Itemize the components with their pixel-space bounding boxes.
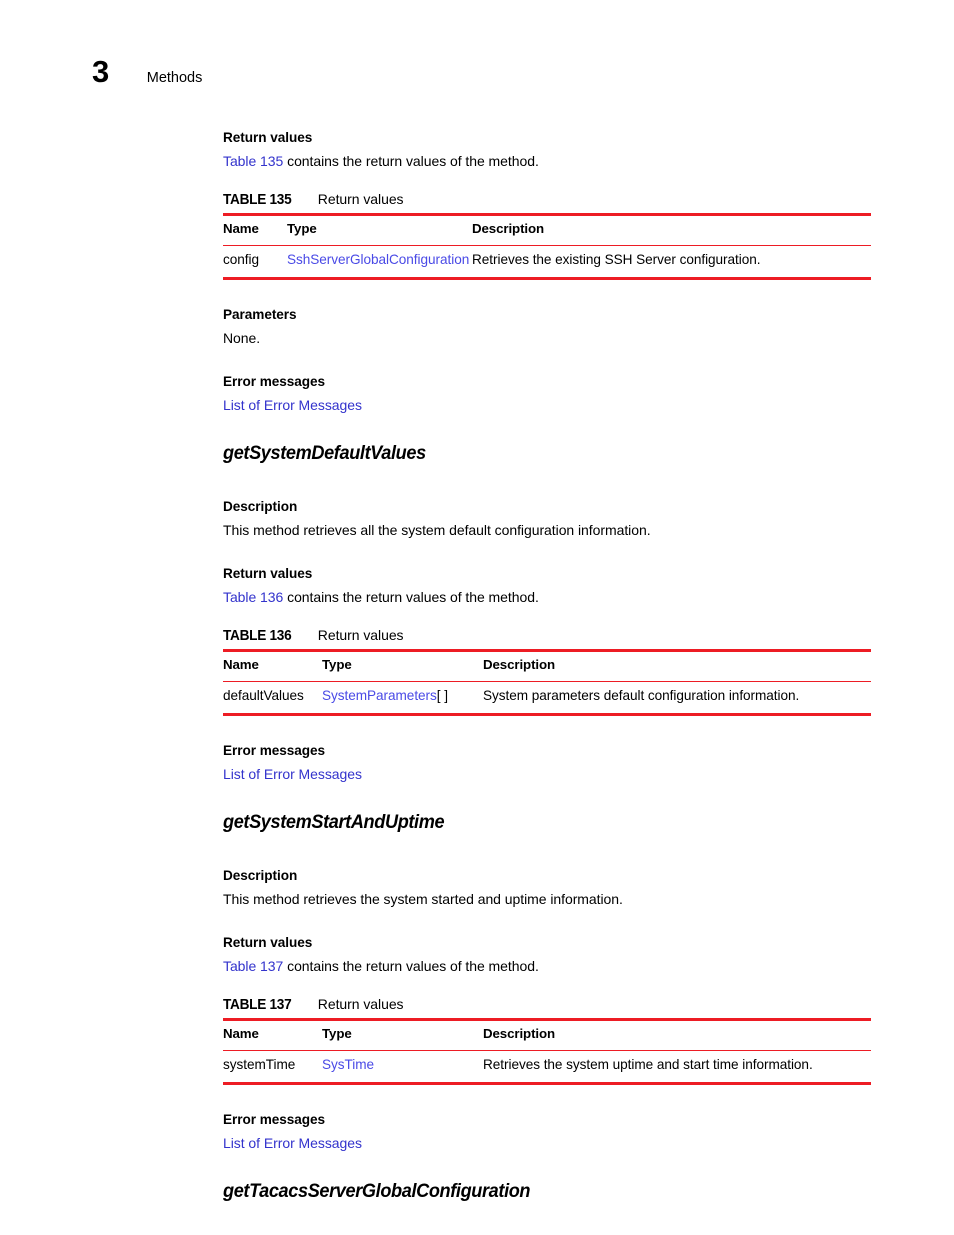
table-header-row: Name Type Description (223, 1017, 871, 1051)
column-header-description: Description (472, 212, 871, 246)
page-header: 3 Methods (92, 56, 202, 87)
section-get-tacacs-server-global-configuration: getTacacsServerGlobalConfiguration Descr… (223, 1180, 871, 1235)
type-link[interactable]: SysTime (322, 1057, 374, 1072)
column-header-name: Name (223, 212, 287, 246)
description-text: This method retrieves all the system def… (223, 521, 651, 538)
return-values-sentence: Table 137 contains the return values of … (223, 958, 871, 975)
table-135-link[interactable]: Table 135 (223, 153, 283, 169)
error-messages-line: List of Error Messages (223, 1135, 871, 1152)
table-137: Name Type Description systemTime SysTime… (223, 1017, 871, 1085)
table-row: config SshServerGlobalConfiguration Retr… (223, 245, 871, 280)
chapter-name: Methods (146, 70, 203, 86)
error-messages-heading: Error messages (223, 373, 326, 389)
return-values-heading: Return values (223, 130, 313, 145)
cell-description: System parameters default configuration … (483, 681, 871, 716)
parameters-heading: Parameters (223, 306, 297, 322)
column-header-name: Name (223, 1017, 322, 1051)
cell-type: SshServerGlobalConfiguration (287, 245, 472, 280)
page-content: Return values Table 135 contains the ret… (223, 130, 871, 1235)
table-136-link[interactable]: Table 136 (223, 589, 283, 605)
type-link[interactable]: SshServerGlobalConfiguration (287, 252, 469, 267)
section-get-system-default-values: getSystemDefaultValues Description This … (223, 443, 871, 782)
section-get-system-start-and-uptime: getSystemStartAndUptime Description This… (223, 811, 871, 1152)
table-136: Name Type Description defaultValues Syst… (223, 648, 871, 716)
table-135: Name Type Description config SshServerGl… (223, 212, 871, 280)
list-of-error-messages-link[interactable]: List of Error Messages (223, 1135, 362, 1151)
cell-name: defaultValues (223, 681, 322, 716)
type-suffix: [ ] (436, 687, 448, 703)
column-header-type: Type (322, 648, 483, 682)
table-136-caption: TABLE 136 Return values (223, 627, 871, 644)
cell-description: Retrieves the system uptime and start ti… (483, 1050, 871, 1085)
description-text: This method retrieves the system started… (223, 890, 623, 907)
column-header-description: Description (483, 1017, 871, 1051)
column-header-type: Type (322, 1017, 483, 1051)
table-135-title: Return values (317, 190, 404, 207)
method-heading-get-tacacs-server-global-configuration: getTacacsServerGlobalConfiguration (223, 1180, 531, 1203)
column-header-type: Type (287, 212, 472, 246)
method-heading-get-system-default-values: getSystemDefaultValues (223, 442, 426, 465)
table-137-title: Return values (317, 995, 404, 1012)
table-137-caption: TABLE 137 Return values (223, 996, 871, 1013)
type-link[interactable]: SystemParameters (322, 688, 437, 703)
table-row: defaultValues SystemParameters[ ] System… (223, 681, 871, 716)
parameters-value: None. (223, 329, 261, 346)
document-page: 3 Methods Return values Table 135 contai… (0, 0, 954, 1235)
cell-type: SystemParameters[ ] (322, 681, 483, 716)
column-header-name: Name (223, 648, 322, 682)
return-values-sentence: Table 135 contains the return values of … (223, 153, 871, 170)
table-136-label: TABLE 136 (223, 627, 292, 644)
table-136-title: Return values (317, 626, 404, 643)
table-135-label: TABLE 135 (223, 191, 292, 208)
chapter-number: 3 (92, 54, 109, 89)
error-messages-heading: Error messages (223, 1111, 326, 1127)
description-heading: Description (223, 867, 298, 883)
cell-type: SysTime (322, 1050, 483, 1085)
return-values-heading: Return values (223, 934, 313, 950)
table-header-row: Name Type Description (223, 212, 871, 246)
method-heading-get-system-start-and-uptime: getSystemStartAndUptime (223, 811, 445, 834)
cell-name: systemTime (223, 1050, 322, 1085)
description-heading: Description (223, 498, 298, 514)
error-messages-line: List of Error Messages (223, 766, 871, 783)
error-messages-heading: Error messages (223, 742, 326, 758)
list-of-error-messages-link[interactable]: List of Error Messages (223, 766, 362, 782)
section-ssh-return-values: Return values Table 135 contains the ret… (223, 130, 871, 413)
table-135-caption: TABLE 135 Return values (223, 191, 871, 208)
table-row: systemTime SysTime Retrieves the system … (223, 1050, 871, 1085)
return-values-sentence-tail: contains the return values of the method… (283, 153, 539, 170)
return-values-sentence-tail: contains the return values of the method… (283, 957, 539, 974)
cell-name: config (223, 245, 287, 280)
table-137-label: TABLE 137 (223, 996, 292, 1013)
table-header-row: Name Type Description (223, 648, 871, 682)
column-header-description: Description (483, 648, 871, 682)
return-values-sentence: Table 136 contains the return values of … (223, 589, 871, 606)
table-137-link[interactable]: Table 137 (223, 958, 283, 974)
error-messages-line: List of Error Messages (223, 397, 871, 414)
return-values-heading: Return values (223, 565, 313, 581)
return-values-sentence-tail: contains the return values of the method… (283, 588, 539, 605)
cell-description: Retrieves the existing SSH Server config… (472, 245, 871, 280)
list-of-error-messages-link[interactable]: List of Error Messages (223, 397, 362, 413)
